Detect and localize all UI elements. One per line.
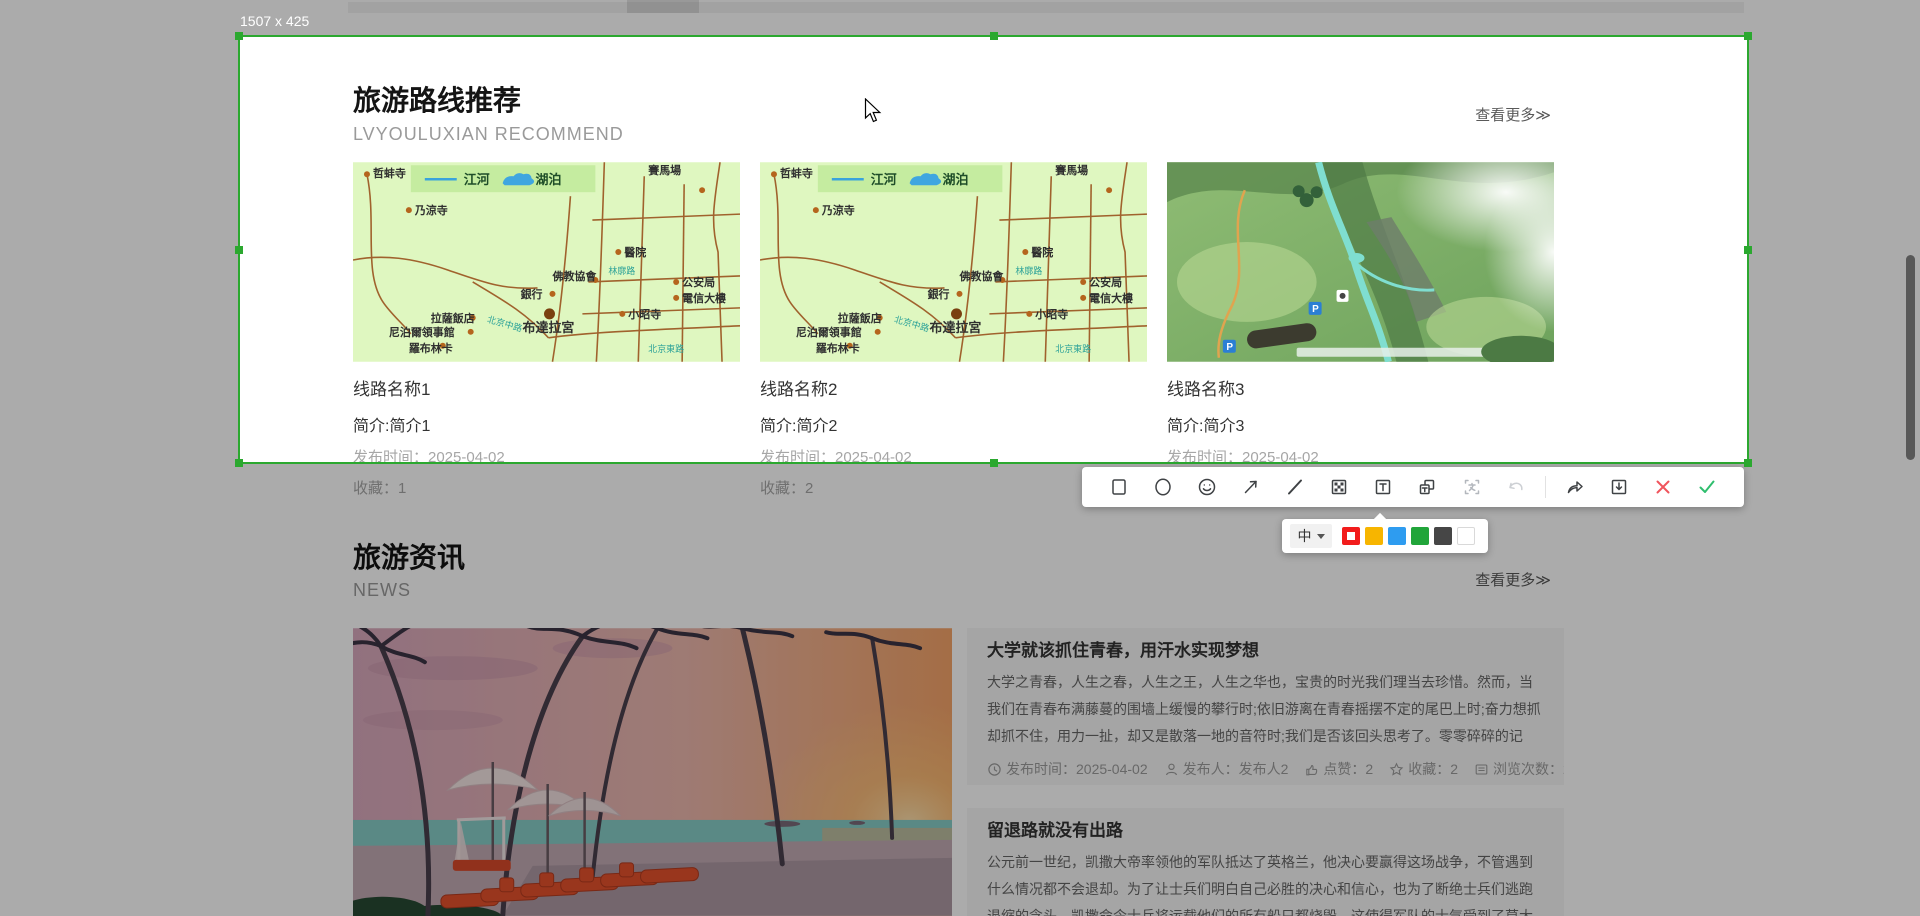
mouse-cursor-icon bbox=[864, 98, 884, 126]
news-title: 大学就该抓住青春，用汗水实现梦想 bbox=[987, 642, 1544, 660]
pin-tool-button[interactable] bbox=[1412, 472, 1442, 502]
mosaic-tool-button[interactable] bbox=[1324, 472, 1354, 502]
emoji-tool-button[interactable] bbox=[1192, 472, 1222, 502]
news-section-title: 旅游资讯 bbox=[353, 543, 465, 573]
favorites-meta: 收藏：2 bbox=[1389, 759, 1458, 779]
thumbs-up-icon bbox=[1304, 762, 1319, 777]
views-meta: 浏览次数：2 bbox=[1474, 759, 1564, 779]
screen: 江河 湖泊 bbox=[0, 0, 1920, 916]
star-icon bbox=[1389, 762, 1404, 777]
cancel-capture-button[interactable] bbox=[1648, 472, 1678, 502]
share-button[interactable] bbox=[1560, 472, 1590, 502]
news-meta-row: 发布时间：2025-04-02 发布人：发布人2 点赞：2 收藏：2 bbox=[987, 759, 1544, 779]
ocr-tool-button[interactable] bbox=[1457, 472, 1487, 502]
selection-handle-top-middle[interactable] bbox=[990, 32, 998, 40]
news-beach-photo bbox=[353, 628, 952, 916]
selection-size-label: 1507 x 425 bbox=[240, 13, 309, 29]
selection-handle-bottom-middle[interactable] bbox=[990, 459, 998, 467]
text-size-value: 中 bbox=[1298, 526, 1312, 546]
confirm-capture-button[interactable] bbox=[1692, 472, 1722, 502]
capture-selection-area[interactable] bbox=[238, 35, 1749, 464]
user-icon bbox=[1164, 762, 1179, 777]
news-item-1[interactable]: 大学就该抓住青春，用汗水实现梦想 大学之青春，人生之春，人生之王，人生之华也，宝… bbox=[967, 628, 1564, 785]
browser-chrome-fragment bbox=[627, 0, 699, 13]
caret-down-icon bbox=[1317, 534, 1325, 539]
color-swatch-red[interactable] bbox=[1342, 527, 1360, 545]
color-swatch-dark[interactable] bbox=[1434, 527, 1452, 545]
route-favorites: 收藏：1 bbox=[353, 477, 740, 498]
color-swatch-yellow[interactable] bbox=[1365, 527, 1383, 545]
news-item-2[interactable]: 留退路就没有出路 公元前一世纪，凯撒大帝率领他的军队抵达了英格兰，他决心要赢得这… bbox=[967, 808, 1564, 916]
likes-meta: 点赞：2 bbox=[1304, 759, 1373, 779]
ellipse-tool-button[interactable] bbox=[1148, 472, 1178, 502]
selection-handle-bottom-right[interactable] bbox=[1744, 459, 1752, 467]
arrow-tool-button[interactable] bbox=[1236, 472, 1266, 502]
news-section-subtitle: NEWS bbox=[353, 580, 411, 601]
vertical-scrollbar-thumb[interactable] bbox=[1906, 255, 1915, 460]
clock-icon bbox=[987, 762, 1002, 777]
color-swatch-green[interactable] bbox=[1411, 527, 1429, 545]
news-body: 公元前一世纪，凯撒大帝率领他的军队抵达了英格兰，他决心要赢得这场战争，不管遇到什… bbox=[987, 849, 1544, 916]
text-size-dropdown[interactable]: 中 bbox=[1290, 524, 1332, 548]
selection-handle-middle-right[interactable] bbox=[1744, 246, 1752, 254]
download-button[interactable] bbox=[1604, 472, 1634, 502]
selection-handle-top-left[interactable] bbox=[235, 32, 243, 40]
color-swatch-white[interactable] bbox=[1457, 527, 1475, 545]
news-title: 留退路就没有出路 bbox=[987, 822, 1544, 840]
text-options-panel: 中 bbox=[1282, 519, 1488, 553]
toolbar-separator bbox=[1545, 476, 1546, 498]
news-body: 大学之青春，人生之春，人生之王，人生之华也，宝贵的时光我们理当去珍惜。然而，当我… bbox=[987, 669, 1544, 750]
selection-handle-bottom-left[interactable] bbox=[235, 459, 243, 467]
panel-notch bbox=[1373, 513, 1387, 527]
publish-time-meta: 发布时间：2025-04-02 bbox=[987, 759, 1148, 779]
color-swatches bbox=[1342, 527, 1475, 545]
undo-button[interactable] bbox=[1501, 472, 1531, 502]
text-tool-button[interactable] bbox=[1368, 472, 1398, 502]
author-meta: 发布人：发布人2 bbox=[1164, 759, 1289, 779]
views-icon bbox=[1474, 762, 1489, 777]
pen-tool-button[interactable] bbox=[1280, 472, 1310, 502]
color-swatch-blue[interactable] bbox=[1388, 527, 1406, 545]
rectangle-tool-button[interactable] bbox=[1104, 472, 1134, 502]
screenshot-toolbar bbox=[1082, 467, 1744, 507]
selection-handle-top-right[interactable] bbox=[1744, 32, 1752, 40]
browser-chrome-strip bbox=[348, 2, 1744, 13]
selection-handle-middle-left[interactable] bbox=[235, 246, 243, 254]
news-more-link[interactable]: 查看更多≫ bbox=[1475, 569, 1551, 590]
